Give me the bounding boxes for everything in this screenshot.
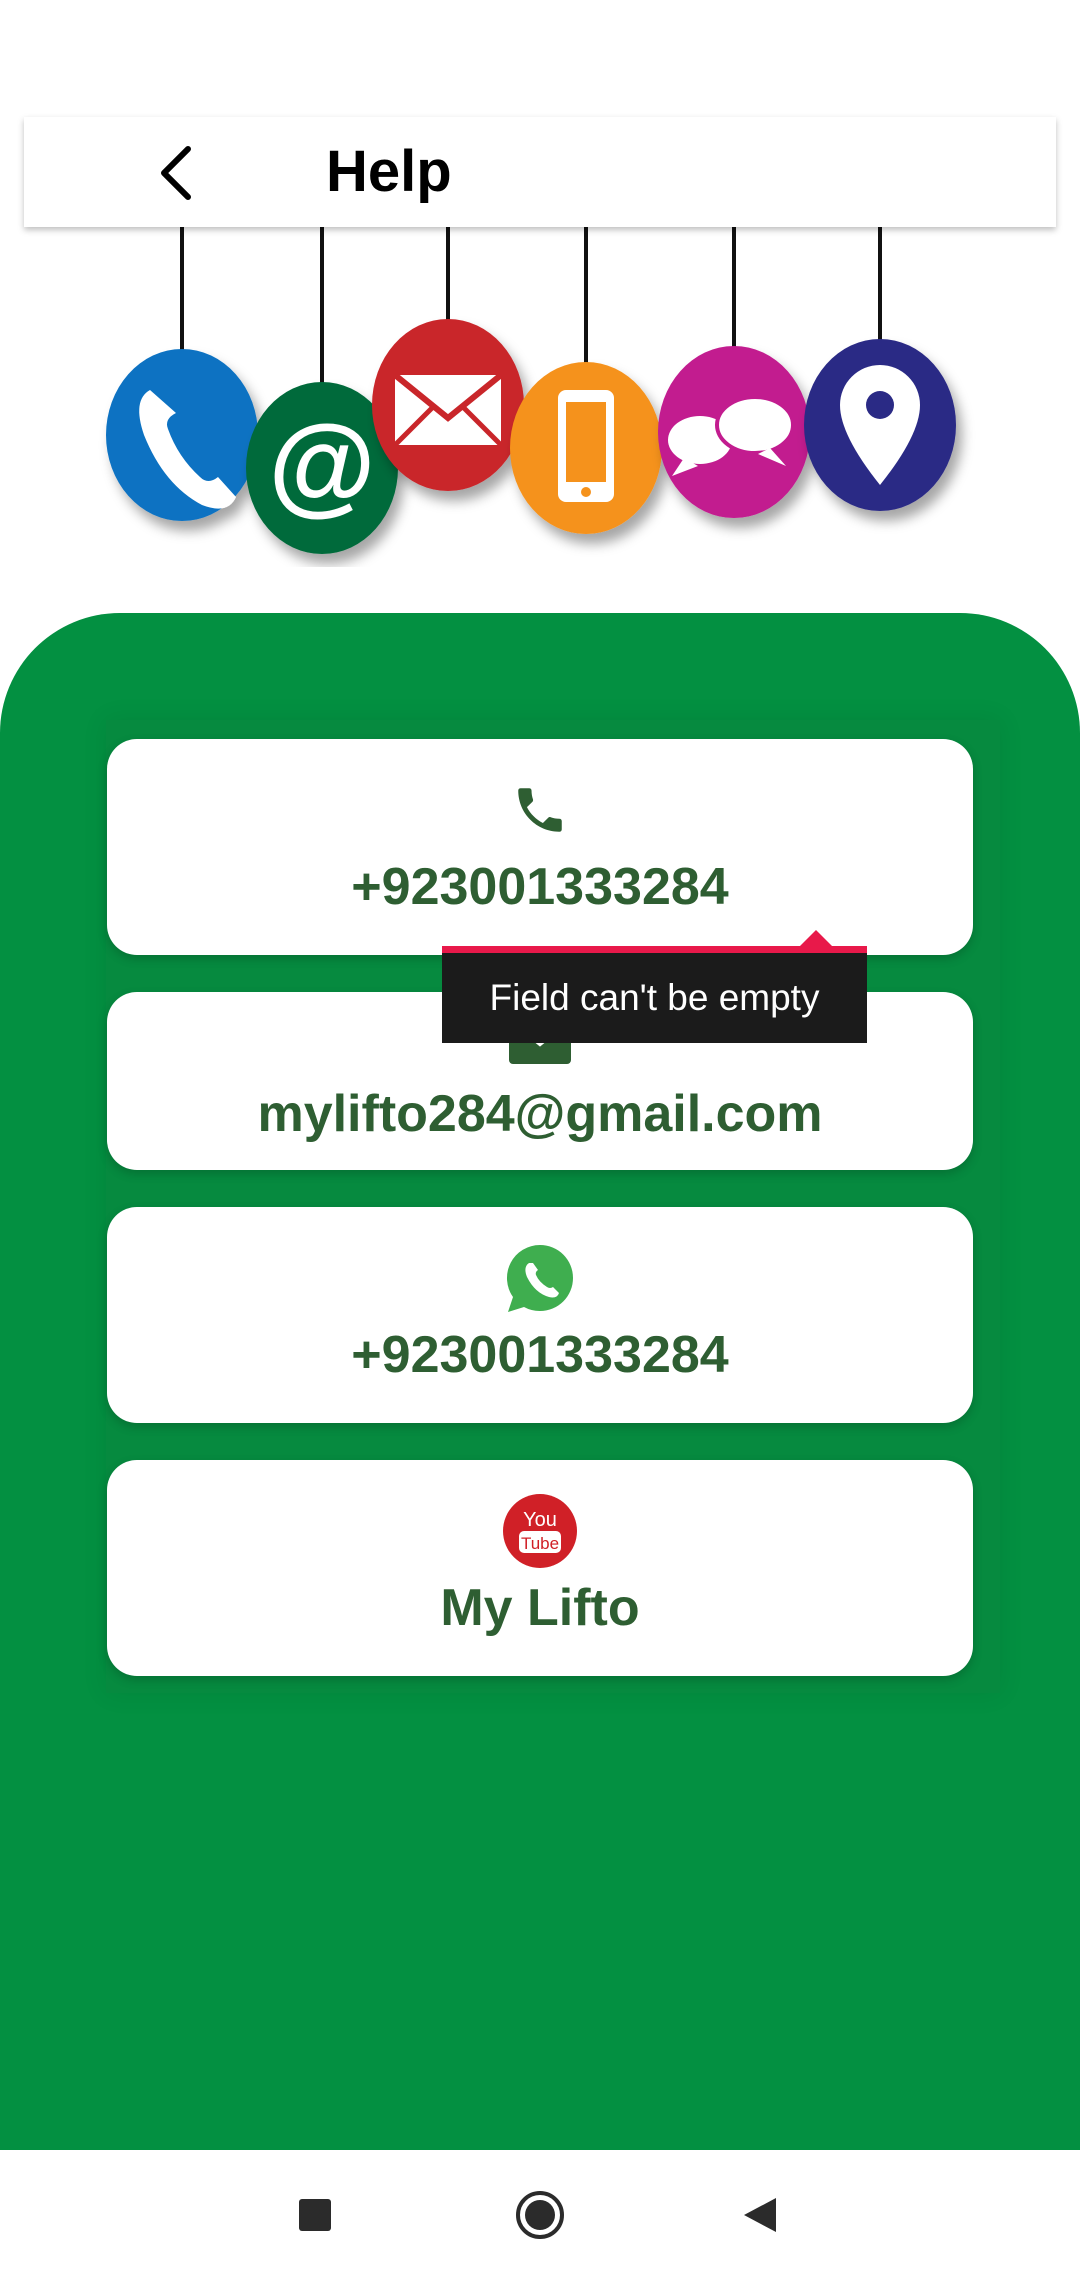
youtube-icon: You Tube [503,1494,577,1568]
tooltip-error-bar [442,946,867,953]
recents-square-icon[interactable] [298,2198,332,2232]
whatsapp-contact-card[interactable]: +923001333284 [107,1207,973,1423]
mobile-phone-badge-icon [510,362,662,534]
error-tooltip: Field can't be empty [442,928,867,1043]
page-title: Help [326,139,452,204]
system-nav-bar [0,2150,1080,2280]
phone-icon [518,788,562,832]
location-pin-badge-icon [804,339,956,511]
back-triangle-icon[interactable] [742,2196,778,2234]
whatsapp-number-text: +923001333284 [351,1326,729,1384]
chat-bubbles-badge-icon [658,346,810,518]
tooltip-text: Field can't be empty [442,953,867,1043]
tooltip-arrow [800,930,832,946]
email-address-text: mylifto284@gmail.com [257,1085,823,1143]
envelope-badge-icon [372,319,524,491]
svg-text:You: You [523,1509,557,1531]
phone-badge-icon [106,349,258,521]
svg-text:Tube: Tube [521,1534,559,1553]
phone-number-text: +923001333284 [351,858,729,916]
svg-text:@: @ [268,403,375,526]
app-bar: Help [24,117,1056,227]
back-arrow-icon[interactable] [150,145,206,201]
youtube-channel-text: My Lifto [440,1579,640,1637]
contact-badges-banner: @ [106,227,956,554]
youtube-contact-card[interactable]: You Tube My Lifto [107,1460,973,1676]
home-circle-icon[interactable] [515,2190,565,2240]
whatsapp-icon [506,1245,573,1312]
phone-contact-card[interactable]: +923001333284 [107,739,973,955]
